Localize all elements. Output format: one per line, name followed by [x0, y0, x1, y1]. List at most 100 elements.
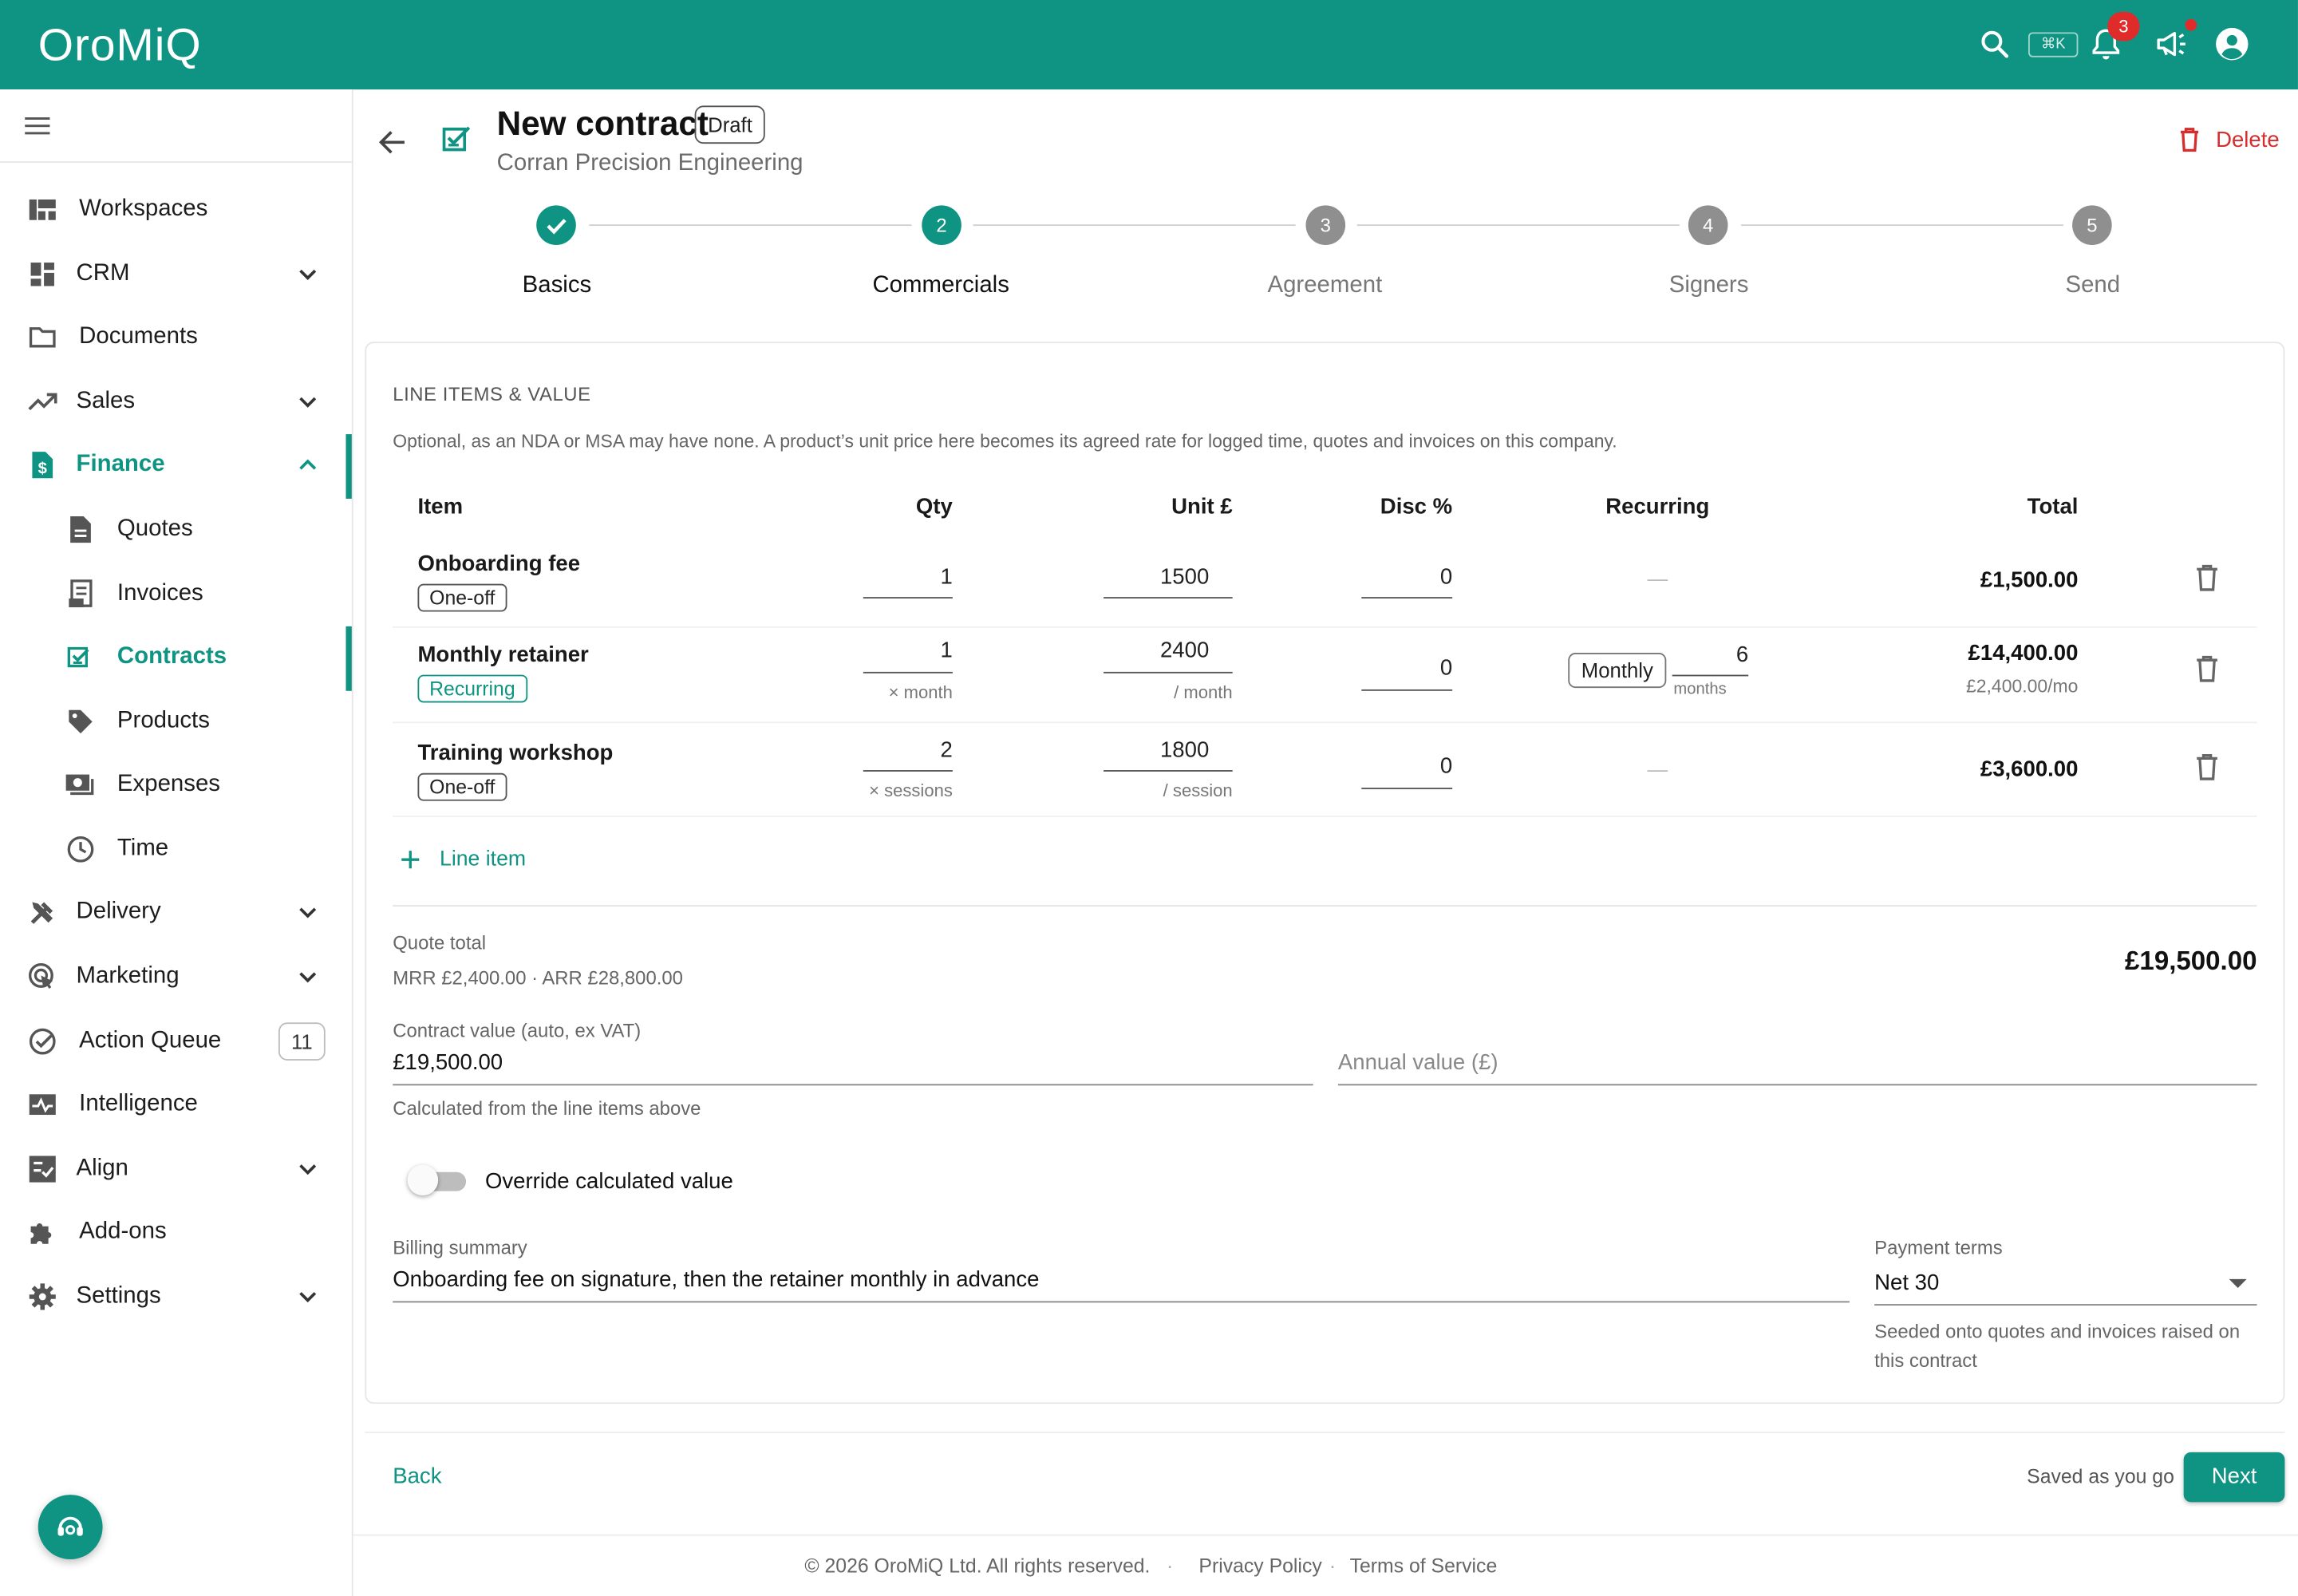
sidebar-item-finance[interactable]: $ Finance — [0, 434, 352, 499]
back-button[interactable]: Back — [393, 1464, 441, 1489]
sidebar-item-intelligence[interactable]: Intelligence — [0, 1075, 352, 1134]
sidebar-item-time[interactable]: Time — [0, 820, 352, 879]
delete-button[interactable]: Delete — [2178, 126, 2280, 152]
step-label-commercials[interactable]: Commercials — [839, 273, 1044, 299]
menu-icon[interactable] — [23, 112, 53, 141]
unit-price-input[interactable]: 1800 — [1104, 738, 1209, 763]
sidebar-item-add-ons[interactable]: Add-ons — [0, 1203, 352, 1262]
sidebar-item-contracts[interactable]: Contracts — [0, 626, 352, 691]
column-header-disc: Disc % — [1380, 494, 1453, 519]
chevron-down-icon[interactable] — [296, 263, 319, 286]
step-4-number[interactable]: 4 — [1688, 205, 1728, 245]
chevron-down-icon[interactable] — [296, 901, 319, 924]
chevron-down-icon[interactable] — [296, 1285, 319, 1308]
chevron-up-icon[interactable] — [296, 453, 319, 476]
unit-price-input[interactable]: 2400 — [1104, 638, 1209, 663]
privacy-policy-link[interactable]: Privacy Policy — [1198, 1555, 1321, 1577]
line-item-name[interactable]: Monthly retainer — [417, 642, 588, 667]
step-connector — [973, 224, 1296, 227]
sidebar-item-workspaces[interactable]: Workspaces — [0, 180, 352, 239]
sidebar-item-expenses[interactable]: Expenses — [0, 756, 352, 815]
item-type-chip[interactable]: Recurring — [417, 674, 527, 703]
trash-icon — [2181, 128, 2199, 152]
help-button[interactable] — [38, 1495, 103, 1560]
shortcut-hint[interactable]: ⌘K — [2028, 32, 2079, 57]
discount-input[interactable]: 0 — [1361, 565, 1452, 590]
recurring-months-input[interactable]: 6 — [1672, 642, 1748, 667]
next-button[interactable]: Next — [2183, 1452, 2285, 1503]
qty-input[interactable]: 1 — [863, 565, 953, 590]
step-label-basics[interactable]: Basics — [454, 273, 659, 299]
discount-input[interactable]: 0 — [1361, 754, 1452, 779]
chevron-down-icon[interactable] — [296, 390, 319, 413]
sidebar-item-label: Invoices — [116, 580, 203, 606]
line-item-name[interactable]: Onboarding fee — [417, 551, 580, 576]
finance-icon: $ — [26, 448, 58, 480]
mrr-arr-summary: MRR £2,400.00 · ARR £28,800.00 — [393, 966, 683, 989]
dropdown-caret-icon[interactable] — [2229, 1278, 2247, 1288]
step-label-send[interactable]: Send — [1990, 273, 2195, 299]
billing-summary-underline — [393, 1301, 1850, 1303]
line-item-name[interactable]: Training workshop — [417, 741, 613, 765]
contract-value-field[interactable]: £19,500.00 — [393, 1050, 503, 1075]
chevron-down-icon[interactable] — [296, 966, 319, 989]
sidebar-item-crm[interactable]: CRM — [0, 245, 352, 304]
search-icon[interactable] — [1977, 25, 2012, 63]
sidebar-item-delivery[interactable]: Delivery — [0, 883, 352, 942]
sidebar-item-label: Action Queue — [79, 1028, 222, 1053]
months-label: months — [1673, 680, 1727, 698]
unit-per-hint: / month — [1174, 681, 1233, 703]
recurring-period-select[interactable]: Monthly — [1568, 652, 1667, 689]
discount-underline — [1361, 597, 1453, 598]
trash-icon[interactable] — [2194, 753, 2224, 784]
payment-terms-select[interactable]: Net 30 — [1874, 1270, 1939, 1295]
sidebar-item-align[interactable]: Align — [0, 1140, 352, 1199]
dashboard-icon — [26, 259, 58, 290]
step-label-agreement[interactable]: Agreement — [1222, 273, 1427, 299]
trash-icon[interactable] — [2194, 654, 2224, 686]
step-1-done[interactable] — [536, 205, 576, 245]
payment-terms-underline — [1874, 1304, 2257, 1306]
column-header-item: Item — [417, 494, 464, 519]
brand-logo[interactable]: OroMiQ — [38, 19, 202, 72]
sidebar-item-label: Time — [116, 836, 169, 862]
quote-total-label: Quote total — [393, 931, 487, 954]
billing-summary-input[interactable]: Onboarding fee on signature, then the re… — [393, 1267, 1039, 1292]
step-2-number[interactable]: 2 — [922, 205, 961, 245]
sidebar-item-products[interactable]: Products — [0, 693, 352, 752]
sidebar-item-settings[interactable]: Settings — [0, 1267, 352, 1326]
megaphone-icon[interactable] — [2153, 25, 2191, 63]
terms-of-service-link[interactable]: Terms of Service — [1350, 1555, 1498, 1577]
quote-total-value: £19,500.00 — [2125, 946, 2257, 976]
sidebar-item-action-queue[interactable]: Action Queue 11 — [0, 1012, 352, 1071]
account-icon[interactable] — [2213, 25, 2251, 63]
qty-input[interactable]: 1 — [863, 638, 953, 663]
sidebar-item-label: Products — [116, 708, 210, 734]
sidebar-item-documents[interactable]: Documents — [0, 308, 352, 367]
item-type-chip[interactable]: One-off — [417, 772, 507, 801]
qty-input[interactable]: 2 — [863, 738, 953, 763]
step-5-number[interactable]: 5 — [2072, 205, 2112, 245]
toggle-knob — [407, 1164, 439, 1196]
top-bar: OroMiQ ⌘K 3 — [0, 0, 2298, 90]
step-label-signers[interactable]: Signers — [1606, 273, 1811, 299]
trash-icon[interactable] — [2194, 563, 2224, 595]
section-title: LINE ITEMS & VALUE — [393, 382, 591, 405]
discount-input[interactable]: 0 — [1361, 656, 1452, 681]
back-arrow-icon[interactable] — [375, 124, 410, 160]
add-line-item-label: Line item — [440, 847, 527, 871]
chevron-down-icon[interactable] — [296, 1157, 319, 1180]
action-queue-count: 11 — [278, 1022, 326, 1061]
sidebar-item-quotes[interactable]: Quotes — [0, 500, 352, 559]
unit-price-input[interactable]: 1500 — [1104, 565, 1209, 590]
step-3-number[interactable]: 3 — [1305, 205, 1346, 245]
annual-value-input[interactable]: Annual value (£) — [1338, 1050, 1498, 1075]
sidebar-item-sales[interactable]: Sales — [0, 373, 352, 432]
autosave-status: Saved as you go — [2027, 1465, 2174, 1487]
sidebar-item-invoices[interactable]: Invoices — [0, 565, 352, 624]
item-type-chip[interactable]: One-off — [417, 583, 507, 612]
add-line-item-button[interactable]: Line item — [399, 847, 527, 871]
override-toggle[interactable] — [407, 1164, 467, 1196]
unit-price-underline — [1104, 671, 1233, 674]
sidebar-item-marketing[interactable]: Marketing — [0, 947, 352, 1006]
